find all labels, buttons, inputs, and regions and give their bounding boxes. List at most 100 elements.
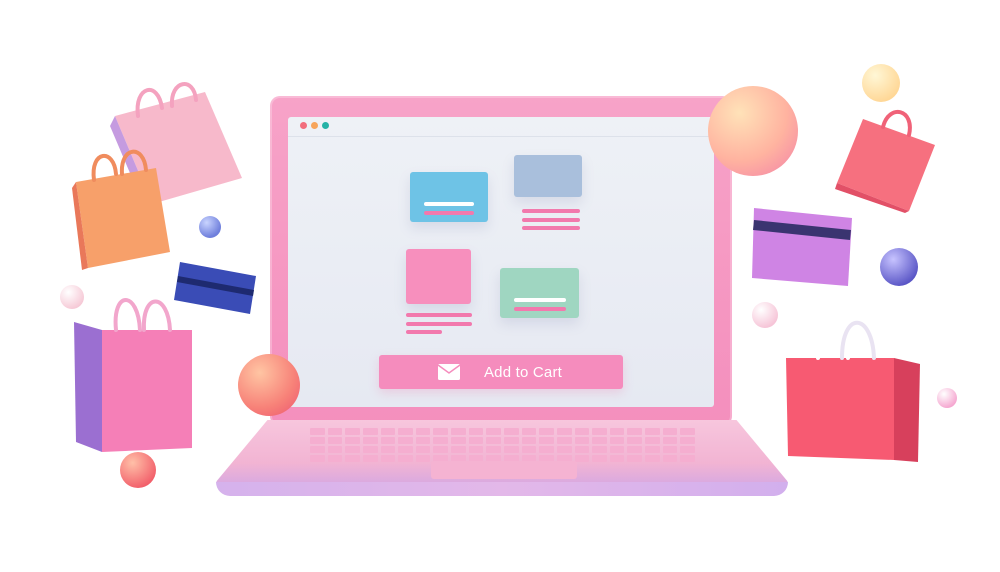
- keyboard-key: [609, 437, 625, 444]
- keyboard-key: [556, 428, 572, 435]
- keyboard-key: [486, 437, 501, 444]
- keyboard-key: [627, 428, 643, 435]
- laptop-keyboard: [310, 428, 695, 462]
- keyboard-key: [398, 446, 413, 453]
- keyboard-key: [433, 446, 449, 453]
- keyboard-key: [310, 428, 325, 435]
- keyboard-key: [592, 437, 607, 444]
- keyboard-key: [415, 455, 431, 462]
- keyboard-key: [574, 428, 590, 435]
- keyboard-key: [574, 437, 590, 444]
- maximize-dot-icon[interactable]: [322, 122, 329, 129]
- keyboard-key: [592, 428, 607, 435]
- keyboard-key: [539, 437, 554, 444]
- keyboard-key: [362, 446, 378, 453]
- shopping-bag-illustration: [72, 146, 176, 272]
- keyboard-key: [451, 437, 466, 444]
- keyboard-key: [362, 437, 378, 444]
- credit-card-illustration: [752, 208, 852, 288]
- keyboard-key: [345, 437, 360, 444]
- keyboard-key: [327, 446, 343, 453]
- keyboard-key: [345, 446, 360, 453]
- add-to-cart-label: Add to Cart: [483, 363, 563, 381]
- keyboard-key: [486, 428, 501, 435]
- product-text-line: [424, 202, 474, 206]
- keyboard-key: [415, 437, 431, 444]
- keyboard-key: [398, 437, 413, 444]
- envelope-icon: [437, 364, 461, 380]
- product-card-slate[interactable]: [514, 155, 582, 197]
- sphere-decoration: [708, 86, 798, 176]
- sphere-decoration: [120, 452, 156, 488]
- shopping-bag-illustration: [835, 105, 939, 213]
- keyboard-key: [504, 437, 519, 444]
- keyboard-key: [380, 446, 396, 453]
- keyboard-key: [609, 428, 625, 435]
- product-text-line: [406, 313, 472, 317]
- keyboard-key: [609, 446, 625, 453]
- keyboard-key: [645, 437, 660, 444]
- keyboard-key: [310, 455, 325, 462]
- product-text-line: [514, 298, 566, 302]
- keyboard-key: [504, 428, 519, 435]
- keyboard-key: [521, 428, 537, 435]
- keyboard-key: [468, 428, 484, 435]
- keyboard-key: [592, 455, 607, 462]
- keyboard-key: [310, 446, 325, 453]
- keyboard-key: [662, 455, 678, 462]
- keyboard-key: [327, 437, 343, 444]
- keyboard-key: [662, 446, 678, 453]
- keyboard-key: [362, 455, 378, 462]
- keyboard-key: [662, 437, 678, 444]
- product-text-line: [522, 209, 580, 213]
- keyboard-key: [662, 428, 678, 435]
- keyboard-key: [504, 446, 519, 453]
- keyboard-key: [398, 455, 413, 462]
- browser-toolbar-divider: [288, 136, 714, 137]
- keyboard-key: [415, 428, 431, 435]
- add-to-cart-button[interactable]: Add to Cart: [379, 355, 623, 389]
- keyboard-key: [451, 428, 466, 435]
- browser-window-controls: [300, 122, 329, 132]
- keyboard-key: [433, 428, 449, 435]
- keyboard-key: [556, 446, 572, 453]
- keyboard-key: [521, 437, 537, 444]
- keyboard-key: [627, 437, 643, 444]
- sphere-decoration: [238, 354, 300, 416]
- keyboard-key: [645, 428, 660, 435]
- minimize-dot-icon[interactable]: [311, 122, 318, 129]
- keyboard-key: [521, 446, 537, 453]
- keyboard-key: [627, 455, 643, 462]
- product-text-line: [424, 211, 474, 215]
- keyboard-key: [627, 446, 643, 453]
- sphere-decoration: [862, 64, 900, 102]
- product-card-pink[interactable]: [406, 249, 471, 304]
- sphere-decoration: [199, 216, 221, 238]
- keyboard-key: [680, 437, 695, 444]
- keyboard-key: [398, 428, 413, 435]
- keyboard-key: [433, 437, 449, 444]
- product-text-line: [522, 218, 580, 222]
- sphere-decoration: [752, 302, 778, 328]
- keyboard-key: [645, 455, 660, 462]
- laptop-trackpad: [431, 461, 577, 479]
- keyboard-key: [468, 437, 484, 444]
- keyboard-key: [327, 428, 343, 435]
- keyboard-key: [574, 446, 590, 453]
- keyboard-key: [680, 446, 695, 453]
- keyboard-key: [468, 446, 484, 453]
- keyboard-key: [680, 455, 695, 462]
- keyboard-key: [680, 428, 695, 435]
- keyboard-key: [310, 437, 325, 444]
- close-dot-icon[interactable]: [300, 122, 307, 129]
- keyboard-key: [380, 455, 396, 462]
- keyboard-key: [539, 446, 554, 453]
- keyboard-key: [556, 437, 572, 444]
- sphere-decoration: [937, 388, 957, 408]
- product-text-line: [406, 330, 442, 334]
- keyboard-key: [362, 428, 378, 435]
- keyboard-key: [380, 437, 396, 444]
- keyboard-key: [539, 428, 554, 435]
- product-text-line: [522, 226, 580, 230]
- keyboard-key: [486, 446, 501, 453]
